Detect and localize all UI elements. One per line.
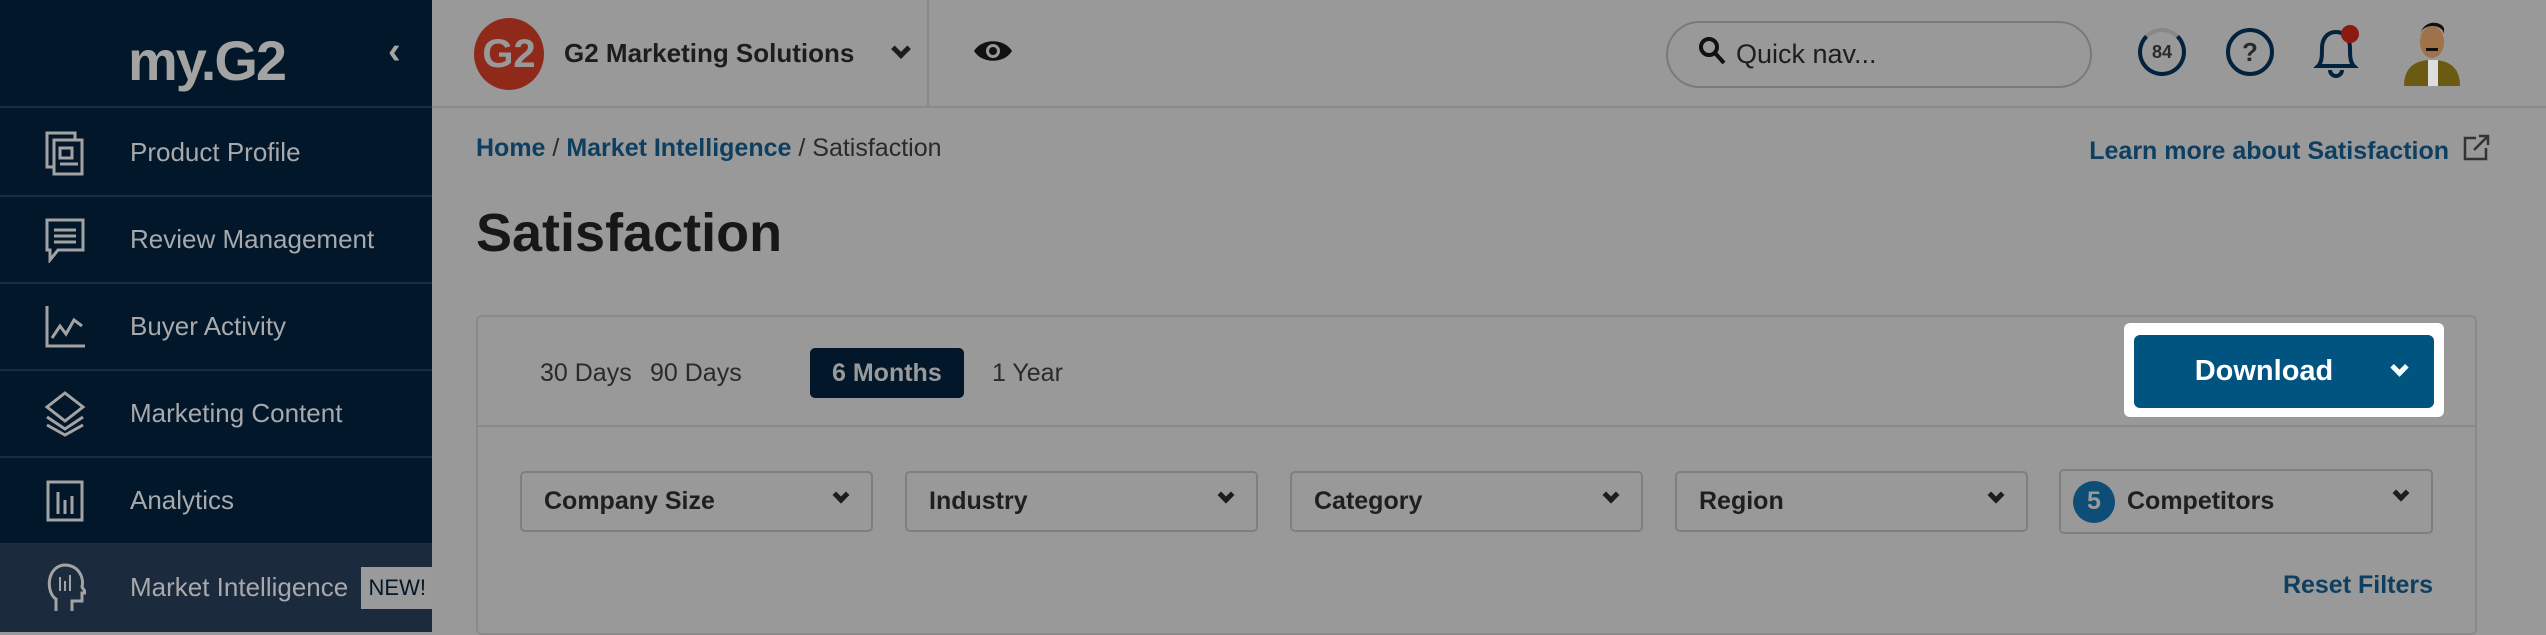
learn-more-link[interactable]: Learn more about Satisfaction bbox=[2089, 134, 2490, 166]
external-link-icon bbox=[2456, 134, 2490, 165]
competitors-count-badge: 5 bbox=[2073, 480, 2115, 523]
layers-icon bbox=[42, 390, 88, 437]
quick-nav-search[interactable] bbox=[1666, 21, 2092, 88]
new-badge: NEW! bbox=[360, 566, 432, 609]
tab-6-months[interactable]: 6 Months bbox=[810, 348, 964, 398]
breadcrumb: Home / Market Intelligence / Satisfactio… bbox=[476, 134, 942, 163]
time-range-tabs: 30 Days 90 Days 6 Months 1 Year Download bbox=[478, 317, 2475, 427]
chevron-down-icon bbox=[832, 486, 850, 504]
filter-label: Competitors bbox=[2127, 487, 2275, 515]
filter-label: Company Size bbox=[544, 487, 715, 515]
chevron-down-icon bbox=[1987, 486, 2005, 504]
g2-logo: G2 bbox=[474, 18, 544, 90]
chevron-down-icon bbox=[2390, 358, 2409, 377]
analytics-icon bbox=[42, 478, 88, 524]
bell-icon[interactable] bbox=[2310, 24, 2362, 85]
page-title: Satisfaction bbox=[476, 203, 783, 263]
chevron-down-icon bbox=[2392, 484, 2410, 502]
logo-area: my.G2 ‹ bbox=[0, 0, 432, 108]
product-profile-icon bbox=[42, 130, 88, 176]
header-divider bbox=[927, 0, 929, 108]
filter-label: Category bbox=[1314, 487, 1423, 515]
learn-more-label: Learn more about Satisfaction bbox=[2089, 137, 2450, 165]
search-input[interactable] bbox=[1736, 39, 2066, 70]
help-icon[interactable]: ? bbox=[2226, 28, 2274, 76]
score-badge[interactable]: 84 bbox=[2138, 28, 2186, 76]
sidebar-item-market-intelligence[interactable]: Market Intelligence NEW! bbox=[0, 545, 432, 632]
sidebar-item-label: Analytics bbox=[130, 485, 235, 515]
download-button[interactable]: Download bbox=[2134, 335, 2434, 408]
main-content: Home / Market Intelligence / Satisfactio… bbox=[432, 110, 2546, 635]
sidebar-item-label: Product Profile bbox=[130, 137, 301, 167]
filter-label: Industry bbox=[929, 487, 1028, 515]
head-chart-icon bbox=[42, 562, 88, 611]
chevron-down-icon bbox=[1602, 486, 1620, 504]
sidebar-item-label: Buyer Activity bbox=[130, 311, 287, 341]
company-size-filter[interactable]: Company Size bbox=[520, 471, 873, 532]
chart-line-icon bbox=[42, 304, 88, 350]
company-name: G2 Marketing Solutions bbox=[564, 38, 855, 68]
sidebar: my.G2 ‹ Product Profile Review Managemen… bbox=[0, 0, 432, 632]
review-chat-icon bbox=[42, 217, 88, 263]
filter-card: 30 Days 90 Days 6 Months 1 Year Download… bbox=[476, 315, 2477, 635]
filter-label: Region bbox=[1699, 487, 1784, 515]
competitors-filter[interactable]: 5 Competitors bbox=[2059, 469, 2433, 534]
region-filter[interactable]: Region bbox=[1675, 471, 2028, 532]
company-switcher[interactable]: G2 Marketing Solutions bbox=[564, 38, 911, 69]
download-label: Download bbox=[2194, 355, 2334, 387]
breadcrumb-home-link[interactable]: Home bbox=[476, 134, 545, 162]
sidebar-item-label: Marketing Content bbox=[130, 398, 343, 428]
collapse-sidebar-icon[interactable]: ‹ bbox=[388, 30, 401, 73]
sidebar-item-marketing-content[interactable]: Marketing Content bbox=[0, 371, 432, 458]
category-filter[interactable]: Category bbox=[1290, 471, 1643, 532]
avatar[interactable] bbox=[2402, 20, 2462, 91]
chevron-down-icon bbox=[1217, 486, 1235, 504]
search-icon bbox=[1698, 36, 1726, 73]
breadcrumb-market-intelligence-link[interactable]: Market Intelligence bbox=[566, 134, 791, 162]
sidebar-item-analytics[interactable]: Analytics bbox=[0, 458, 432, 545]
sidebar-item-label: Market Intelligence bbox=[130, 572, 349, 602]
top-header: G2 G2 Marketing Solutions 84 ? bbox=[432, 0, 2546, 108]
eye-icon[interactable] bbox=[972, 36, 1014, 71]
breadcrumb-separator: / bbox=[798, 134, 806, 162]
tab-1-year[interactable]: 1 Year bbox=[970, 348, 1085, 398]
breadcrumb-separator: / bbox=[552, 134, 560, 162]
industry-filter[interactable]: Industry bbox=[905, 471, 1258, 532]
tab-90-days[interactable]: 90 Days bbox=[628, 348, 764, 398]
sidebar-item-buyer-activity[interactable]: Buyer Activity bbox=[0, 284, 432, 371]
breadcrumb-current: Satisfaction bbox=[812, 134, 942, 162]
reset-filters-link[interactable]: Reset Filters bbox=[2283, 571, 2433, 600]
sidebar-item-label: Review Management bbox=[130, 224, 375, 254]
my-g2-logo[interactable]: my.G2 bbox=[128, 28, 287, 93]
sidebar-item-product-profile[interactable]: Product Profile bbox=[0, 110, 432, 197]
sidebar-item-review-management[interactable]: Review Management bbox=[0, 197, 432, 284]
chevron-down-icon bbox=[890, 39, 911, 59]
